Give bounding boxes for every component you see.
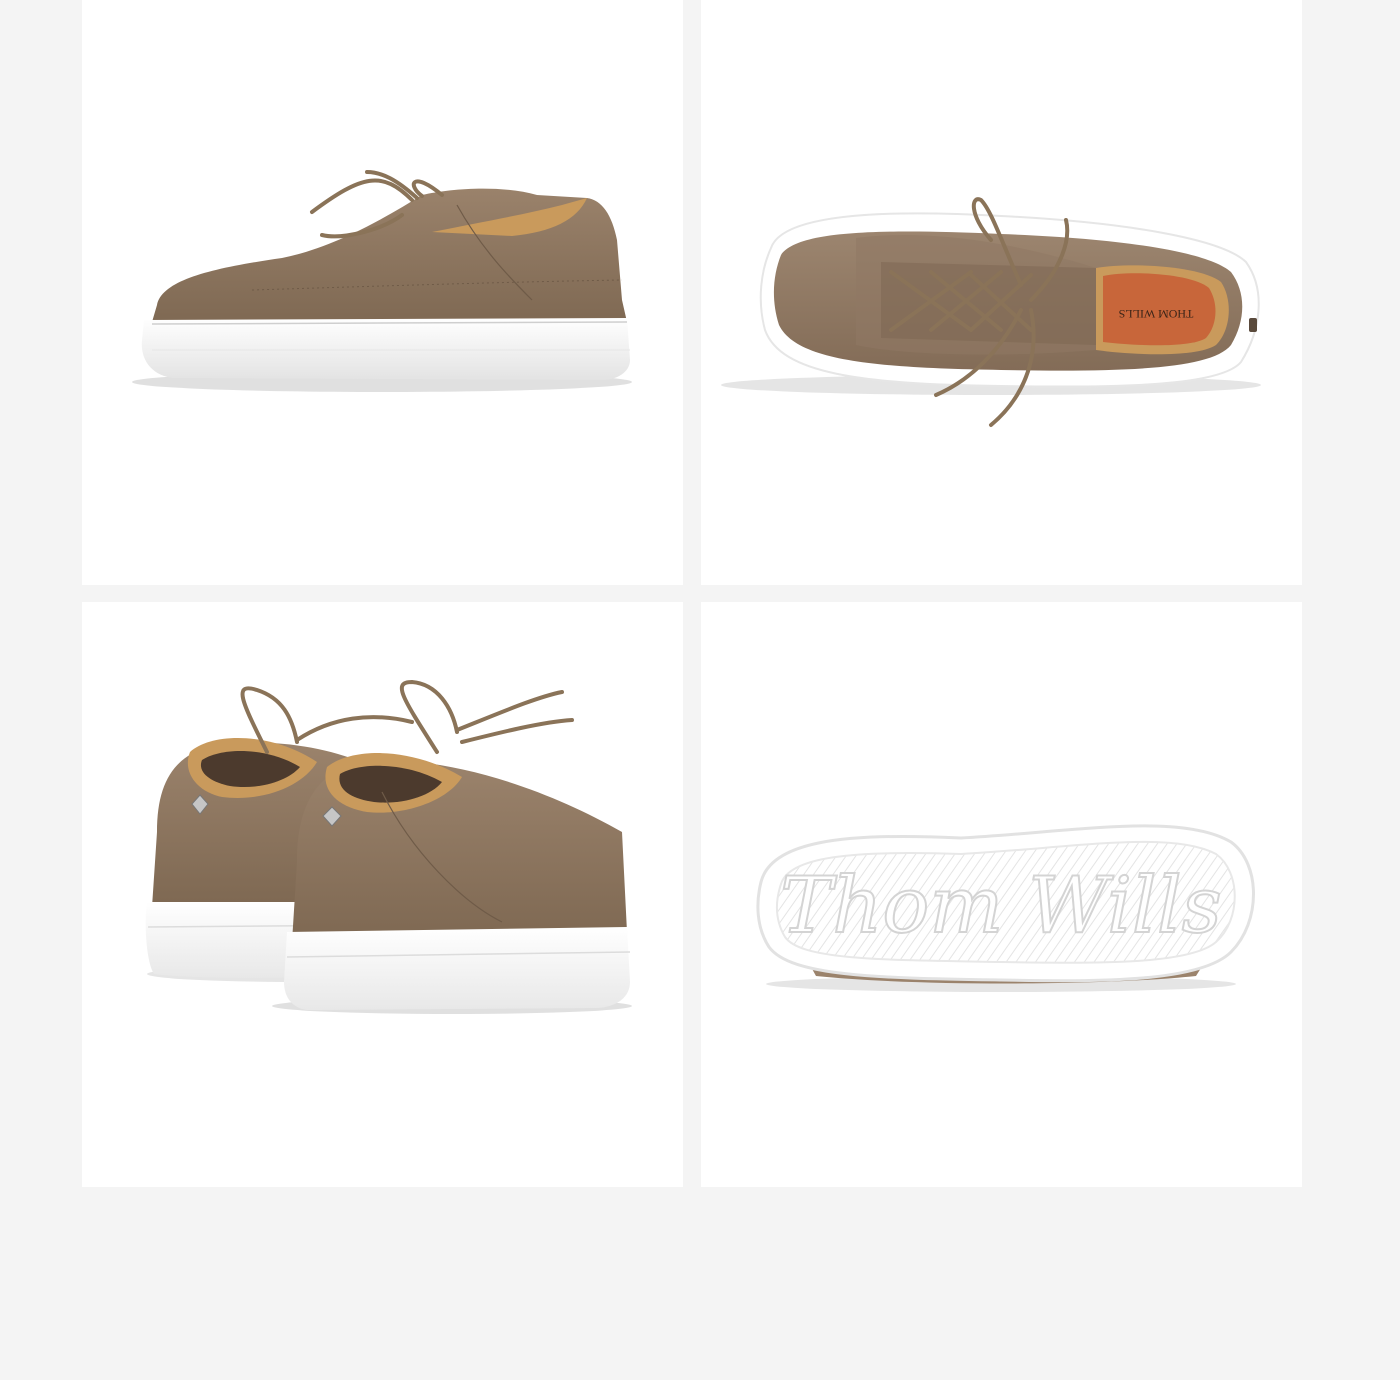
product-image-back-view[interactable]: [82, 602, 683, 1187]
insole-brand-label: THOM WILLS: [1119, 307, 1194, 321]
sneaker-pair-back-view: [145, 679, 632, 1014]
outsole-brand-logo: Thom Wills: [780, 861, 1222, 951]
product-image-side-view[interactable]: [82, 0, 683, 585]
sneaker-top-view: THOM WILLS: [721, 197, 1261, 427]
sneaker-side-view: [132, 170, 632, 392]
sneaker-outsole-view: Thom Wills: [756, 824, 1255, 992]
product-image-outsole-view[interactable]: Thom Wills: [701, 602, 1302, 1187]
product-image-top-view[interactable]: THOM WILLS: [701, 0, 1302, 585]
